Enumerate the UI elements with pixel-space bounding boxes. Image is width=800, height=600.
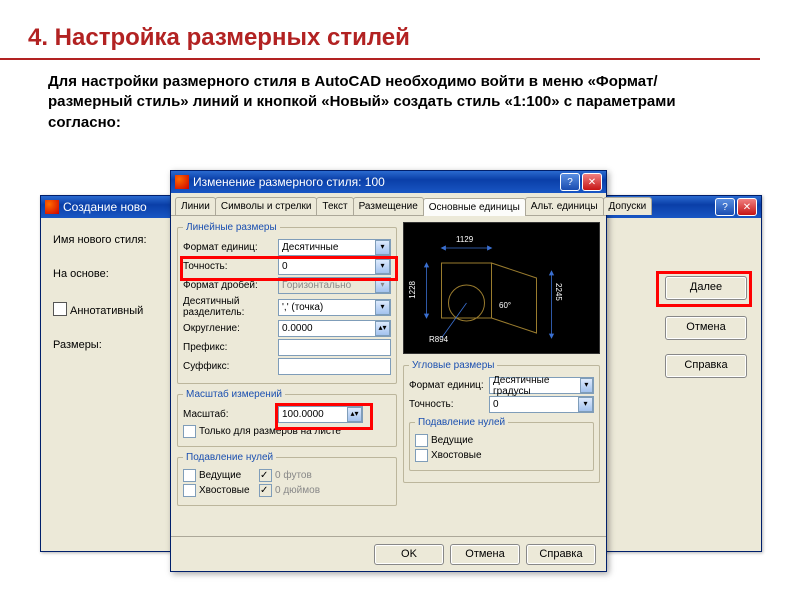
titlebar-front[interactable]: Изменение размерного стиля: 100 ? ✕ — [171, 171, 606, 193]
legend-suppress: Подавление нулей — [183, 452, 276, 463]
window-title-front: Изменение размерного стиля: 100 — [193, 175, 560, 189]
dimension-preview: 1129 1228 2245 60° R894 — [403, 222, 600, 354]
label-fraction: Формат дробей: — [183, 280, 278, 291]
trailing-checkbox[interactable] — [183, 484, 196, 497]
label-ang-trailing: Хвостовые — [431, 450, 482, 461]
precision-combo[interactable]: 0▾ — [278, 258, 391, 275]
spinner-icon[interactable]: ▴▾ — [375, 321, 390, 336]
fraction-combo: Горизонтально▾ — [278, 277, 391, 294]
close-icon[interactable]: ✕ — [582, 173, 602, 191]
label-unit-format: Формат единиц: — [183, 242, 278, 253]
round-spinner[interactable]: 0.0000▴▾ — [278, 320, 391, 337]
app-icon — [175, 175, 189, 189]
ang-trailing-checkbox[interactable] — [415, 449, 428, 462]
chevron-down-icon[interactable]: ▾ — [375, 259, 390, 274]
preview-dim-radius: R894 — [429, 335, 448, 344]
ang-format-combo[interactable]: Десятичные градусы▾ — [489, 377, 594, 394]
suffix-input[interactable] — [278, 358, 391, 375]
spinner-icon[interactable]: ▴▾ — [347, 407, 362, 422]
modify-style-dialog: Изменение размерного стиля: 100 ? ✕ Лини… — [170, 170, 607, 572]
label-layout-only: Только для размеров на листе — [199, 426, 341, 437]
layout-only-checkbox[interactable] — [183, 425, 196, 438]
prefix-input[interactable] — [278, 339, 391, 356]
label-feet: 0 футов — [275, 470, 312, 481]
help-icon[interactable]: ? — [560, 173, 580, 191]
tab-tolerances[interactable]: Допуски — [603, 197, 653, 215]
legend-linear: Линейные размеры — [183, 222, 280, 233]
tab-primary-units[interactable]: Основные единицы — [423, 198, 526, 216]
app-icon — [45, 200, 59, 214]
separator-combo[interactable]: ',' (точка)▾ — [278, 299, 391, 316]
group-scale: Масштаб измерений Масштаб: 100.0000▴▾ То… — [177, 389, 397, 447]
legend-ang-suppress: Подавление нулей — [415, 417, 508, 428]
scale-spinner[interactable]: 100.0000▴▾ — [278, 406, 363, 423]
cancel-button-back[interactable]: Отмена — [665, 316, 747, 340]
label-ang-format: Формат единиц: — [409, 380, 489, 391]
label-leading: Ведущие — [199, 470, 259, 481]
slide-body-text: Для настройки размерного стиля в AutoCAD… — [0, 72, 800, 133]
preview-dim-right: 2245 — [554, 283, 563, 301]
ok-button[interactable]: OK — [374, 544, 444, 565]
close-icon[interactable]: ✕ — [737, 198, 757, 216]
tab-fit[interactable]: Размещение — [353, 197, 424, 215]
chevron-down-icon[interactable]: ▾ — [580, 378, 593, 393]
label-ang-precision: Точность: — [409, 399, 489, 410]
chevron-down-icon: ▾ — [375, 278, 390, 293]
label-annotative: Аннотативный — [70, 305, 143, 317]
tab-symbols[interactable]: Символы и стрелки — [215, 197, 318, 215]
chevron-down-icon[interactable]: ▾ — [578, 397, 593, 412]
tab-bar: Линии Символы и стрелки Текст Размещение… — [171, 193, 606, 216]
label-ang-leading: Ведущие — [431, 435, 473, 446]
group-suppress: Подавление нулей Ведущие ✓0 футов Хвосто… — [177, 452, 397, 506]
ang-leading-checkbox[interactable] — [415, 434, 428, 447]
label-round: Округление: — [183, 323, 278, 334]
legend-scale: Масштаб измерений — [183, 389, 285, 400]
unit-format-combo[interactable]: Десятичные▾ — [278, 239, 391, 256]
chevron-down-icon[interactable]: ▾ — [375, 300, 390, 315]
help-button-back[interactable]: Справка — [665, 354, 747, 378]
annotative-checkbox[interactable] — [53, 302, 67, 316]
label-prefix: Префикс: — [183, 342, 278, 353]
preview-dim-left: 1228 — [408, 281, 417, 299]
tab-text[interactable]: Текст — [316, 197, 353, 215]
slide-title: 4. Настройка размерных стилей — [0, 0, 760, 60]
label-precision: Точность: — [183, 261, 278, 272]
label-trailing: Хвостовые — [199, 485, 259, 496]
label-inches: 0 дюймов — [275, 485, 320, 496]
ang-precision-combo[interactable]: 0▾ — [489, 396, 594, 413]
help-button[interactable]: Справка — [526, 544, 596, 565]
help-icon[interactable]: ? — [715, 198, 735, 216]
group-angular: Угловые размеры Формат единиц: Десятичны… — [403, 360, 600, 483]
dialog-area: Создание ново ? ✕ Имя нового стиля: На о… — [40, 170, 760, 570]
label-scale: Масштаб: — [183, 409, 278, 420]
inches-checkbox: ✓ — [259, 484, 272, 497]
legend-angular: Угловые размеры — [409, 360, 497, 371]
leading-checkbox[interactable] — [183, 469, 196, 482]
dialog-button-row: OK Отмена Справка — [171, 536, 606, 571]
group-ang-suppress: Подавление нулей Ведущие Хвостовые — [409, 417, 594, 471]
group-linear: Линейные размеры Формат единиц: Десятичн… — [177, 222, 397, 384]
next-button[interactable]: Далее — [665, 276, 747, 300]
cancel-button[interactable]: Отмена — [450, 544, 520, 565]
feet-checkbox: ✓ — [259, 469, 272, 482]
preview-dim-angle: 60° — [499, 301, 511, 310]
label-suffix: Суффикс: — [183, 361, 278, 372]
preview-dim-top: 1129 — [456, 235, 473, 244]
tab-alt-units[interactable]: Альт. единицы — [525, 197, 604, 215]
tab-lines[interactable]: Линии — [175, 197, 216, 215]
label-separator: Десятичный разделитель: — [183, 296, 278, 318]
chevron-down-icon[interactable]: ▾ — [375, 240, 390, 255]
